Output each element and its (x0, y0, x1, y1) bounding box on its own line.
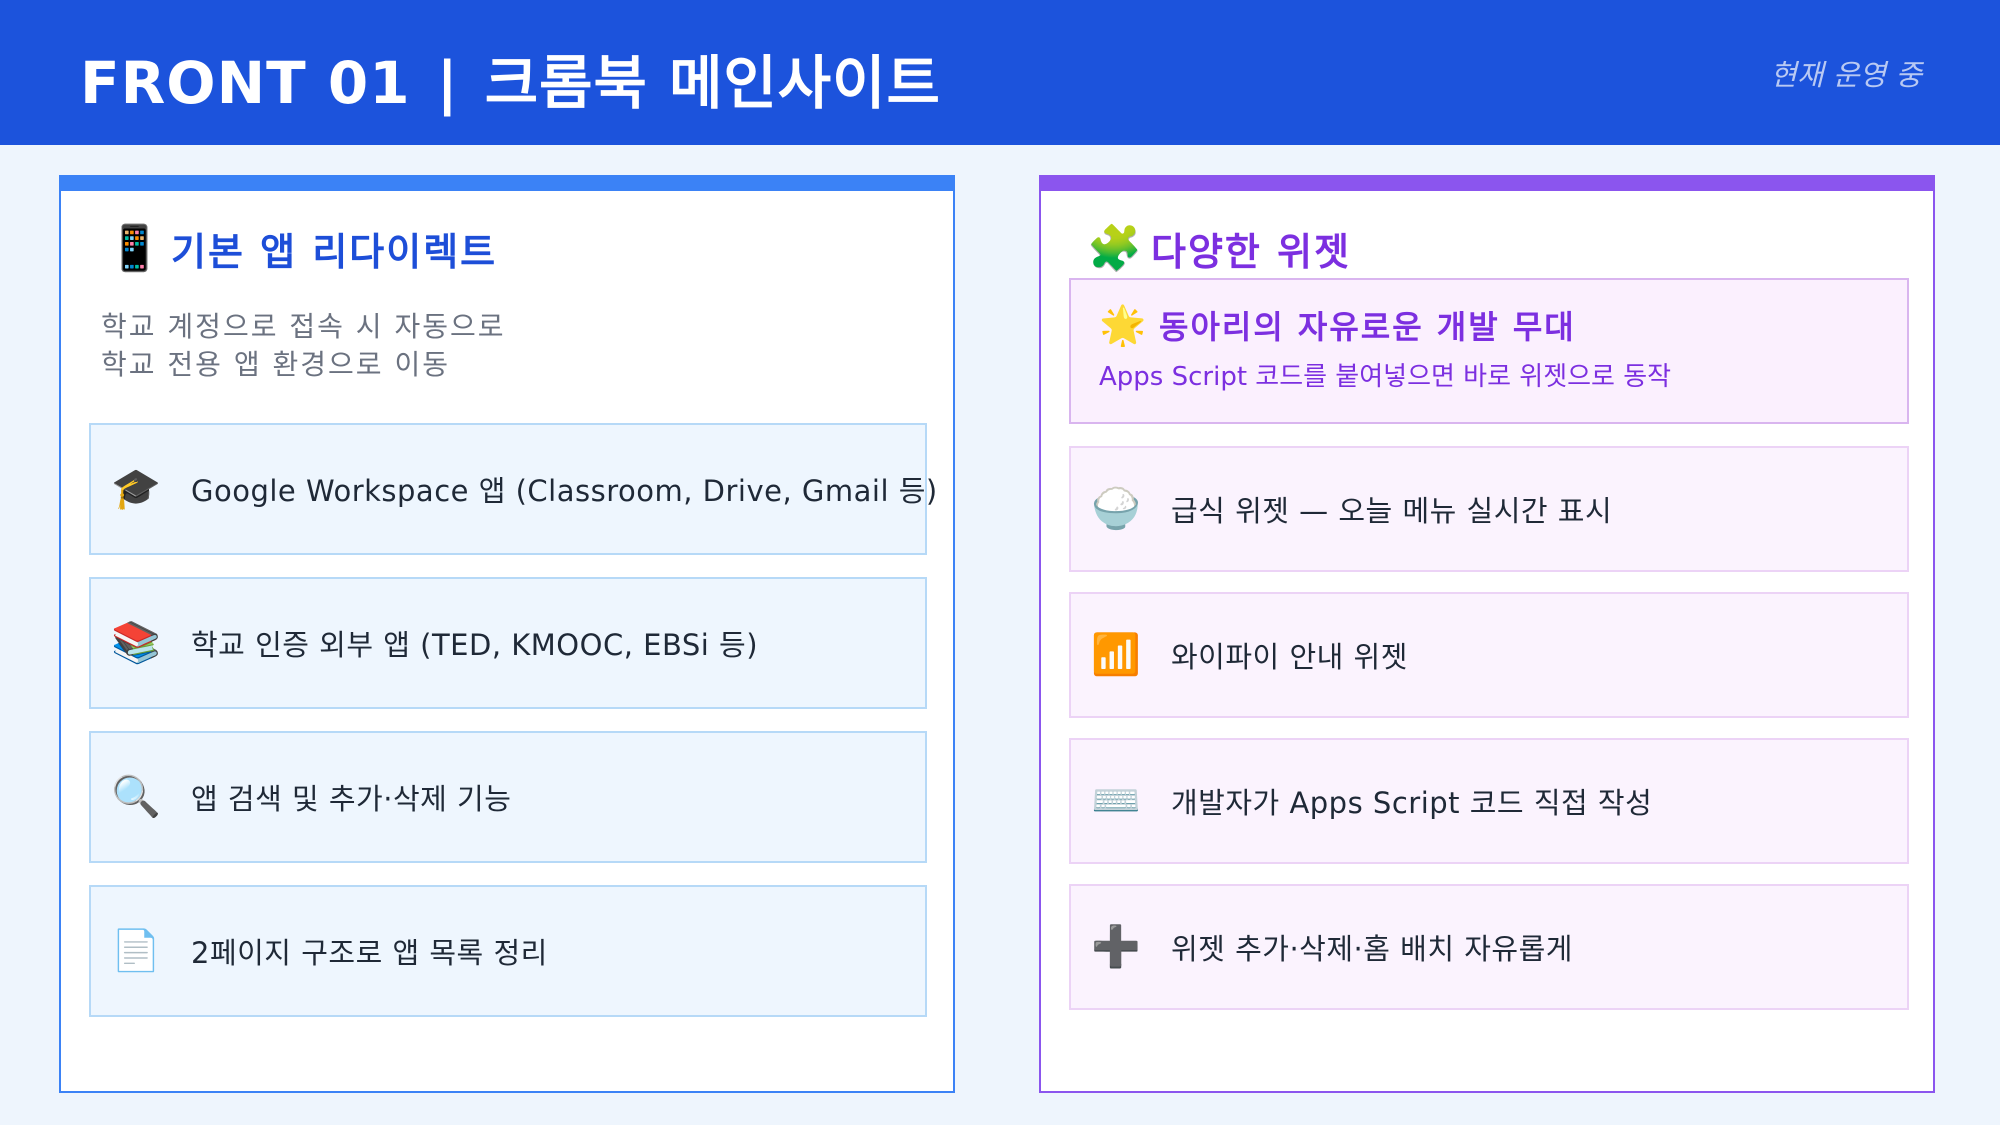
featured-card-title: 동아리의 자유로운 개발 무대 (1159, 308, 1576, 346)
feature-card-label: 2페이지 구조로 앱 목록 정리 (191, 936, 548, 970)
page-title-name: 크롬북 메인사이트 (484, 49, 941, 117)
plus-icon: ➕ (1091, 924, 1141, 970)
document-icon: 📄 (111, 928, 161, 974)
description-line-1: 학교 계정으로 접속 시 자동으로 (101, 310, 506, 343)
featured-card-heading: 🌟 동아리의 자유로운 개발 무대 (1099, 302, 1576, 348)
books-icon: 📚 (111, 620, 161, 666)
page-title: FRONT 01 | 크롬북 메인사이트 (80, 36, 941, 120)
widget-card-label: 와이파이 안내 위젯 (1171, 640, 1408, 674)
feature-card-external-apps: 📚 학교 인증 외부 앱 (TED, KMOOC, EBSi 등) (89, 577, 927, 709)
feature-card-label: 학교 인증 외부 앱 (TED, KMOOC, EBSi 등) (191, 628, 759, 662)
widgets-panel-title: 다양한 위젯 (1151, 230, 1352, 274)
feature-card-workspace: 🎓 Google Workspace 앱 (Classroom, Drive, … (89, 423, 937, 555)
widgets-panel-header: 🧩 다양한 위젯 (1087, 221, 1351, 276)
glowing-star-icon: 🌟 (1099, 303, 1147, 347)
widget-card-add-remove: ➕ 위젯 추가·삭제·홈 배치 자유롭게 (1069, 884, 1909, 1010)
widget-card-meal: 🍚 급식 위젯 — 오늘 메뉴 실시간 표시 (1069, 446, 1909, 572)
title-separator: | (436, 49, 459, 117)
redirect-panel-title: 기본 앱 리다이렉트 (171, 230, 498, 274)
description-line-2: 학교 전용 앱 환경으로 이동 (101, 348, 450, 381)
rice-bowl-icon: 🍚 (1091, 486, 1141, 532)
keyboard-icon: ⌨️ (1091, 778, 1141, 824)
header-bar: FRONT 01 | 크롬북 메인사이트 현재 운영 중 (0, 0, 2000, 145)
page-title-code: FRONT 01 (80, 49, 411, 117)
mobile-phone-icon: 📱 (107, 222, 162, 274)
graduation-cap-icon: 🎓 (111, 466, 161, 512)
magnifier-icon: 🔍 (111, 774, 161, 820)
redirect-panel-description: 학교 계정으로 접속 시 자동으로 학교 전용 앱 환경으로 이동 (101, 308, 505, 384)
status-label: 현재 운영 중 (1770, 58, 1922, 92)
widget-card-label: 위젯 추가·삭제·홈 배치 자유롭게 (1171, 932, 1573, 966)
widget-card-wifi: 📶 와이파이 안내 위젯 (1069, 592, 1909, 718)
featured-card-club-dev: 🌟 동아리의 자유로운 개발 무대 Apps Script 코드를 붙여넣으면 … (1069, 278, 1909, 424)
feature-card-app-search: 🔍 앱 검색 및 추가·삭제 기능 (89, 731, 927, 863)
widget-card-label: 급식 위젯 — 오늘 메뉴 실시간 표시 (1171, 494, 1613, 528)
redirect-panel-header: 📱 기본 앱 리다이렉트 (107, 221, 497, 276)
signal-bars-icon: 📶 (1091, 632, 1141, 678)
feature-card-label: 앱 검색 및 추가·삭제 기능 (191, 782, 512, 816)
feature-card-label: Google Workspace 앱 (Classroom, Drive, Gm… (191, 474, 938, 508)
widget-card-label: 개발자가 Apps Script 코드 직접 작성 (1171, 786, 1653, 820)
featured-card-description: Apps Script 코드를 붙여넣으면 바로 위젯으로 동작 (1099, 362, 1672, 392)
feature-card-two-pages: 📄 2페이지 구조로 앱 목록 정리 (89, 885, 927, 1017)
puzzle-piece-icon: 🧩 (1087, 222, 1142, 274)
widget-card-apps-script: ⌨️ 개발자가 Apps Script 코드 직접 작성 (1069, 738, 1909, 864)
widgets-panel: 🧩 다양한 위젯 🌟 동아리의 자유로운 개발 무대 Apps Script 코… (1039, 175, 1935, 1093)
redirect-panel: 📱 기본 앱 리다이렉트 학교 계정으로 접속 시 자동으로 학교 전용 앱 환… (59, 175, 955, 1093)
